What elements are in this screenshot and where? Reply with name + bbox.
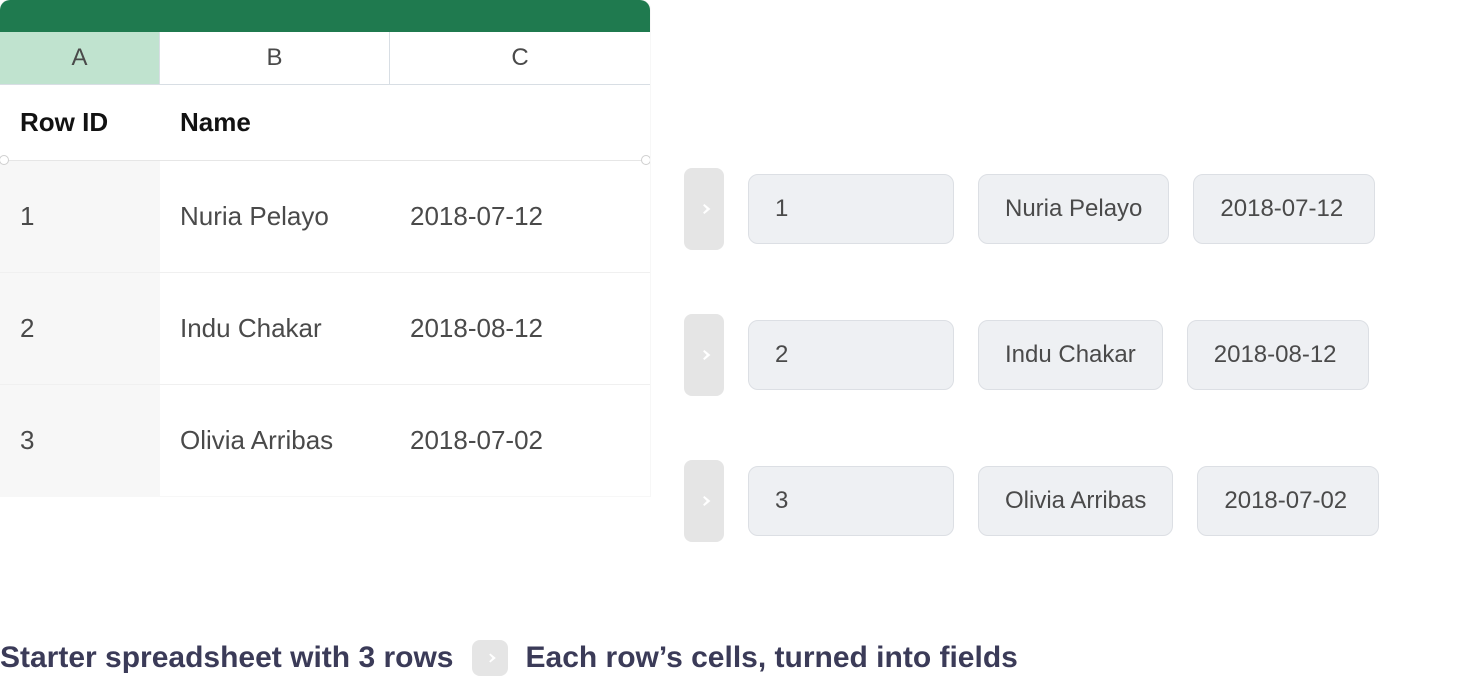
cell-name[interactable]: Nuria Pelayo [160,161,390,272]
table-row: 3 Olivia Arribas 2018-07-02 [0,385,650,496]
column-header-a[interactable]: A [0,32,160,84]
header-cell-rowid[interactable]: Row ID [0,85,160,160]
cell-date[interactable]: 2018-07-02 [390,385,650,496]
cell-name[interactable]: Indu Chakar [160,273,390,384]
spreadsheet: A B C Row ID Name 1 Nuria Pelayo 2018-07… [0,0,650,496]
selection-handle-right[interactable] [641,155,650,165]
header-cell-empty[interactable] [390,85,650,160]
arrow-right-icon [684,168,724,250]
field-chip-id: 1 [748,174,954,244]
cell-name[interactable]: Olivia Arribas [160,385,390,496]
field-row: 2 Indu Chakar 2018-08-12 [684,314,1379,396]
column-header-b[interactable]: B [160,32,390,84]
cell-date[interactable]: 2018-08-12 [390,273,650,384]
field-row: 1 Nuria Pelayo 2018-07-12 [684,168,1379,250]
arrow-right-icon [684,460,724,542]
cell-rowid[interactable]: 3 [0,385,160,496]
caption-right: Each row’s cells, turned into fields [526,641,1018,675]
column-headers: A B C [0,32,650,85]
field-chip-name: Olivia Arribas [978,466,1173,536]
spreadsheet-titlebar [0,0,650,32]
fields-column: 1 Nuria Pelayo 2018-07-12 2 Indu Chakar … [684,0,1379,542]
table-row: 2 Indu Chakar 2018-08-12 [0,273,650,385]
table-row: 1 Nuria Pelayo 2018-07-12 [0,161,650,273]
field-chip-date: 2018-07-02 [1197,466,1379,536]
cell-rowid[interactable]: 2 [0,273,160,384]
field-row: 3 Olivia Arribas 2018-07-02 [684,460,1379,542]
field-chip-id: 2 [748,320,954,390]
cell-date[interactable]: 2018-07-12 [390,161,650,272]
header-row: Row ID Name [0,85,650,161]
arrow-right-icon [684,314,724,396]
field-chip-id: 3 [748,466,954,536]
field-chip-name: Nuria Pelayo [978,174,1169,244]
captions: Starter spreadsheet with 3 rows Each row… [0,640,1018,676]
field-chip-date: 2018-08-12 [1187,320,1369,390]
arrow-right-icon [472,640,508,676]
cell-rowid[interactable]: 1 [0,161,160,272]
column-header-c[interactable]: C [390,32,650,84]
header-cell-name[interactable]: Name [160,85,390,160]
field-chip-name: Indu Chakar [978,320,1163,390]
field-chip-date: 2018-07-12 [1193,174,1375,244]
caption-left: Starter spreadsheet with 3 rows [0,641,454,675]
